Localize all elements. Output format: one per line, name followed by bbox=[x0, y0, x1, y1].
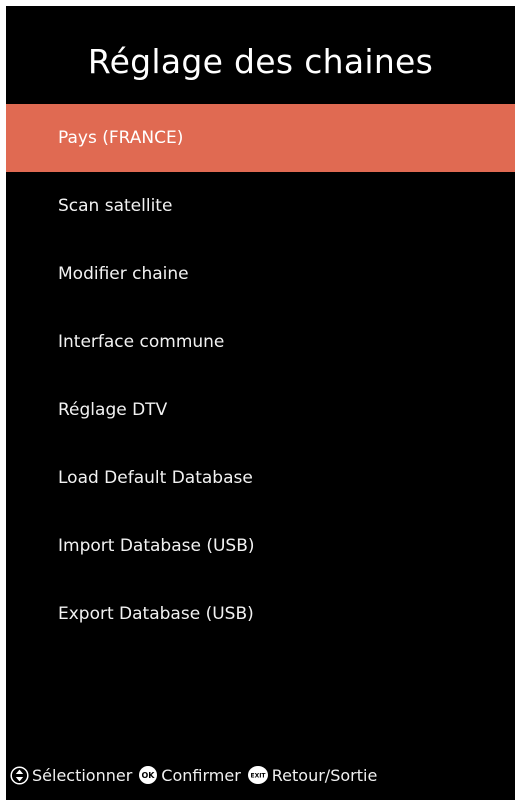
hint-select: Sélectionner bbox=[10, 766, 132, 785]
hint-select-label: Sélectionner bbox=[32, 765, 133, 785]
hint-exit: EXIT Retour/Sortie bbox=[247, 765, 378, 785]
menu-item-reglage-dtv[interactable]: Réglage DTV bbox=[6, 376, 515, 444]
up-down-icon bbox=[10, 765, 29, 785]
exit-icon-text: EXIT bbox=[250, 773, 266, 780]
page-title: Réglage des chaines bbox=[87, 42, 434, 81]
ok-button-icon: OK bbox=[139, 766, 158, 784]
menu-item-import-database[interactable]: Import Database (USB) bbox=[6, 512, 515, 580]
settings-menu: Pays (FRANCE) Scan satellite Modifier ch… bbox=[6, 104, 515, 648]
menu-item-interface-commune[interactable]: Interface commune bbox=[6, 308, 515, 376]
channel-settings-screen: Réglage des chaines Pays (FRANCE) Scan s… bbox=[6, 6, 515, 800]
menu-item-pays[interactable]: Pays (FRANCE) bbox=[6, 104, 515, 172]
menu-item-export-database[interactable]: Export Database (USB) bbox=[6, 580, 515, 648]
ok-icon-text: OK bbox=[142, 771, 156, 780]
hint-confirm: OK Confirmer bbox=[138, 765, 241, 785]
hint-confirm-label: Confirmer bbox=[161, 765, 241, 785]
hint-exit-label: Retour/Sortie bbox=[271, 765, 378, 785]
menu-item-load-default-database[interactable]: Load Default Database bbox=[6, 444, 515, 512]
exit-button-icon: EXIT bbox=[247, 766, 268, 784]
menu-item-modifier-chaine[interactable]: Modifier chaine bbox=[6, 240, 515, 308]
key-hints-bar: Sélectionner OK Confirmer EXIT Retour/So… bbox=[10, 762, 383, 788]
menu-item-scan-satellite[interactable]: Scan satellite bbox=[6, 172, 515, 240]
